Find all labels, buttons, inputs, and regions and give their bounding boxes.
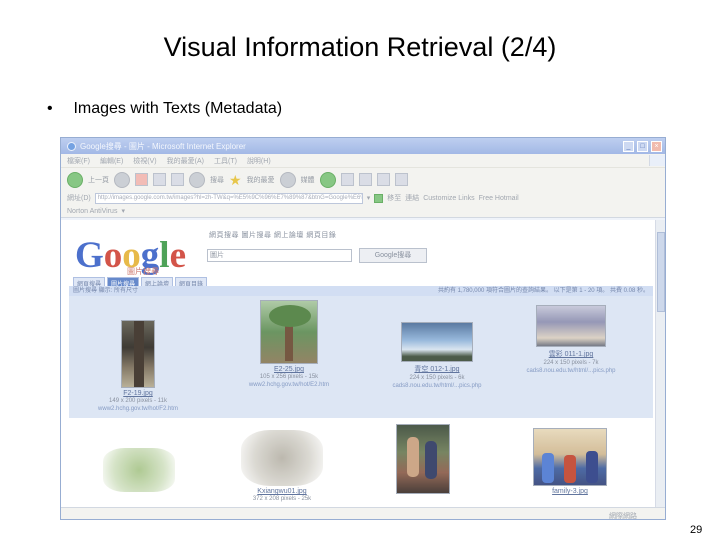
results-left: 圖片搜尋 顯示: 所有尺寸 <box>73 288 139 294</box>
thumb-meta: 224 x 150 pixels - 6k <box>409 375 465 381</box>
thumb-image[interactable] <box>121 320 155 388</box>
thumb-url[interactable]: cads8.nou.edu.tw/html/...pics.php <box>509 367 633 375</box>
close-icon[interactable]: × <box>651 140 662 152</box>
chevron-down-icon[interactable]: ▾ <box>121 207 125 215</box>
favorites-icon[interactable]: ★ <box>229 173 242 187</box>
thumb-image[interactable] <box>241 430 323 486</box>
address-bar: 網址(D) http://images.google.com.tw/images… <box>61 191 665 205</box>
norton-label[interactable]: Norton AntiVirus <box>67 208 117 215</box>
result-thumb[interactable] <box>97 448 181 492</box>
menu-item-view[interactable]: 檢視(V) <box>133 156 156 166</box>
thumb-filename[interactable]: E2-25.jpg <box>233 366 345 373</box>
folder-icon[interactable] <box>394 173 408 186</box>
stop-icon[interactable] <box>135 173 148 186</box>
go-icon[interactable] <box>374 193 384 203</box>
link-customize[interactable]: Customize Links <box>423 195 474 202</box>
thumb-filename[interactable]: 雲彩 011-1.jpg <box>509 349 633 359</box>
result-thumb[interactable]: family-3.jpg <box>529 428 611 495</box>
thumb-meta: 149 x 200 pixels - 11k <box>109 398 167 404</box>
thumb-image[interactable] <box>536 305 606 347</box>
result-thumb[interactable]: 雲彩 011-1.jpg 224 x 150 pixels - 7k cads8… <box>509 305 633 375</box>
thumb-url[interactable]: cads8.nou.edu.tw/html/...pics.php <box>377 382 497 390</box>
links-label: 連結 <box>405 195 420 202</box>
back-label[interactable]: 上一頁 <box>88 175 109 185</box>
print-icon[interactable] <box>358 173 372 186</box>
thumb-url[interactable]: www2.hchg.gov.tw/hot/F2.htm <box>83 405 193 413</box>
thumb-image[interactable] <box>396 424 450 494</box>
status-bar: 網際網路 <box>61 507 665 520</box>
favorites-label[interactable]: 我的最愛 <box>247 175 275 185</box>
result-thumb[interactable]: Kxiangwu01.jpg 372 x 208 pixels - 25k <box>237 430 327 503</box>
menu-item-help[interactable]: 說明(H) <box>247 156 271 166</box>
browser-titlebar: Google搜尋 - 圖片 - Microsoft Internet Explo… <box>61 138 665 154</box>
link-hotmail[interactable]: Free Hotmail <box>479 195 519 202</box>
refresh-icon[interactable] <box>153 173 166 186</box>
history-icon[interactable] <box>319 171 336 188</box>
links-bar: Norton AntiVirus ▾ <box>61 205 665 218</box>
forward-icon[interactable] <box>114 171 130 188</box>
bullet-marker: • <box>47 100 53 117</box>
google-logo-letter: e <box>169 235 186 276</box>
address-label: 網址(D) <box>67 195 91 202</box>
slide-title: Visual Information Retrieval (2/4) <box>163 32 557 62</box>
google-logo-letter: o <box>103 235 123 276</box>
menu-bar: 檔案(F) 編輯(E) 檢視(V) 我的最愛(A) 工具(T) 說明(H) <box>61 154 665 167</box>
browser-screenshot: Google搜尋 - 圖片 - Microsoft Internet Explo… <box>60 137 666 520</box>
status-text: 網際網路 <box>609 513 637 520</box>
thumb-filename[interactable]: F2-19.jpg <box>83 390 193 397</box>
results-right: 共約有 1,780,000 項符合圖片的查詢結果。 以下是第 1 - 20 項。… <box>437 288 649 294</box>
thumb-image[interactable] <box>260 300 318 364</box>
google-logo-letter: G <box>75 235 104 276</box>
thumb-image[interactable] <box>533 428 607 486</box>
thumb-filename[interactable]: Kxiangwu01.jpg <box>237 488 327 495</box>
google-logo-subtitle: 圖片搜尋 <box>127 267 159 276</box>
thumb-meta: 224 x 150 pixels - 7k <box>543 360 599 366</box>
address-input[interactable]: http://images.google.com.tw/images?hl=zh… <box>94 192 363 204</box>
menu-item-favorites[interactable]: 我的最愛(A) <box>167 156 204 166</box>
google-logo-letter: l <box>159 235 170 276</box>
search-input[interactable]: 圖片 <box>207 249 352 262</box>
go-button[interactable]: 移至 <box>387 193 401 203</box>
minimize-icon[interactable]: _ <box>623 140 634 152</box>
address-dropdown-icon[interactable]: ▾ <box>367 194 371 202</box>
mail-icon[interactable] <box>340 173 354 186</box>
result-thumb[interactable] <box>393 424 453 494</box>
result-thumb[interactable]: E2-25.jpg 105 x 256 pixels - 15k www2.hc… <box>233 300 345 389</box>
thumb-meta: 372 x 208 pixels - 25k <box>252 496 312 502</box>
window-title: Google搜尋 - 圖片 - Microsoft Internet Explo… <box>80 141 246 151</box>
menu-item-file[interactable]: 檔案(F) <box>67 156 90 166</box>
bullet-text: Images with Texts (Metadata) <box>73 100 283 117</box>
page-content: 網頁搜尋 圖片搜尋 網上論壇 網頁目錄 Google 圖片搜尋 圖片 Googl… <box>61 220 655 507</box>
edit-icon[interactable] <box>376 173 390 186</box>
back-icon[interactable] <box>67 171 83 188</box>
media-icon[interactable] <box>279 171 296 188</box>
thumb-image[interactable] <box>103 448 175 492</box>
maximize-icon[interactable]: □ <box>637 140 648 152</box>
slide-number: 29 <box>690 524 703 536</box>
thumb-meta: 105 x 256 pixels - 15k <box>259 374 319 380</box>
home-icon[interactable] <box>171 173 184 186</box>
bullet-item: • Images with Texts (Metadata) <box>47 100 282 118</box>
thumb-filename[interactable]: family-3.jpg <box>529 488 611 495</box>
menu-item-edit[interactable]: 編輯(E) <box>100 156 123 166</box>
result-thumb[interactable]: 青空 012-1.jpg 224 x 150 pixels - 6k cads8… <box>377 322 497 390</box>
browser-toolbar: 上一頁 搜尋 ★ 我的最愛 媒體 <box>61 167 665 191</box>
google-topnav[interactable]: 網頁搜尋 圖片搜尋 網上論壇 網頁目錄 <box>209 230 336 240</box>
results-bar: 圖片搜尋 顯示: 所有尺寸 共約有 1,780,000 項符合圖片的查詢結果。 … <box>69 286 653 296</box>
thumb-url[interactable]: www2.hchg.gov.tw/hot/E2.htm <box>233 381 345 389</box>
thumb-filename[interactable]: 青空 012-1.jpg <box>377 364 497 374</box>
search-icon[interactable] <box>189 171 205 188</box>
result-thumb[interactable]: F2-19.jpg 149 x 200 pixels - 11k www2.hc… <box>83 320 193 413</box>
menu-item-tools[interactable]: 工具(T) <box>214 156 237 166</box>
search-button[interactable]: Google搜尋 <box>359 248 427 263</box>
windows-flag-icon <box>649 155 665 166</box>
ie-icon <box>67 141 76 151</box>
thumb-image[interactable] <box>401 322 473 362</box>
media-label[interactable]: 媒體 <box>301 175 315 185</box>
search-label[interactable]: 搜尋 <box>210 175 224 185</box>
vertical-scrollbar[interactable] <box>655 220 665 507</box>
